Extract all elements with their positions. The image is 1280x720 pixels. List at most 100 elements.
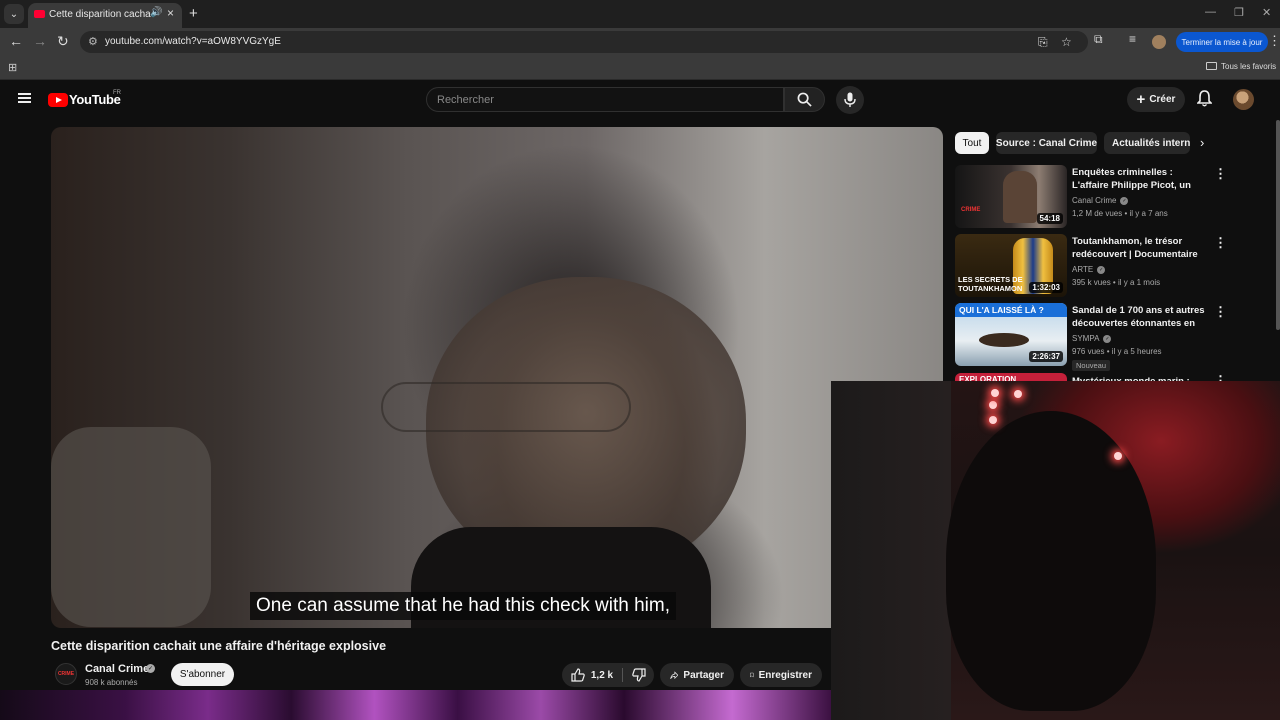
rec-meta: 976 vues • il y a 5 heures	[1072, 347, 1162, 356]
search-icon	[797, 92, 812, 107]
bookmark-star-icon[interactable]: ☆	[1061, 35, 1072, 49]
chevron-right-icon[interactable]: ›	[1200, 135, 1204, 150]
rec-channel-name: ARTE	[1072, 265, 1094, 274]
browser-toolbar: ← → ↻ ⚙ youtube.com/watch?v=aOW8YVGzYgE …	[0, 28, 1280, 56]
subscribe-button[interactable]: S'abonner	[171, 663, 234, 686]
more-actions-icon[interactable]: ⋮	[1214, 166, 1227, 182]
verified-check-icon: ✓	[1097, 265, 1106, 274]
region-code: FR	[113, 90, 121, 96]
verified-check-icon: ✓	[1103, 334, 1112, 343]
notifications-bell-icon[interactable]	[1196, 90, 1213, 112]
plus-icon: +	[1136, 91, 1146, 108]
menu-hamburger-icon[interactable]	[18, 93, 31, 103]
thumbnail[interactable]: CRIME 54:18	[955, 165, 1067, 228]
video-title: Cette disparition cachait une affaire d'…	[51, 639, 387, 653]
video-frame-glasses	[381, 382, 631, 432]
thumbnail[interactable]: LES SECRETS DE TOUTANKHAMON 1:32:03	[955, 234, 1067, 297]
close-tab-icon[interactable]: ×	[167, 6, 174, 20]
browser-tab-active[interactable]: Cette disparition cachait une affaire d'…	[28, 3, 182, 28]
recommendation-item[interactable]: LES SECRETS DE TOUTANKHAMON 1:32:03 Tout…	[955, 234, 1270, 300]
rec-meta: 395 k vues • il y a 1 mois	[1072, 278, 1161, 287]
address-bar[interactable]: ⚙ youtube.com/watch?v=aOW8YVGzYgE ⎘ ☆	[80, 31, 1088, 53]
youtube-logo-icon[interactable]	[48, 93, 68, 107]
more-actions-icon[interactable]: ⋮	[1214, 235, 1227, 251]
save-label: Enregistrer	[758, 669, 812, 681]
share-button[interactable]: Partager	[660, 663, 734, 687]
folder-icon	[1206, 62, 1217, 70]
account-avatar[interactable]	[1233, 89, 1254, 110]
overlay-light	[991, 389, 999, 397]
verified-check-icon: ✓	[1120, 196, 1129, 205]
voice-search-button[interactable]	[836, 86, 864, 114]
site-settings-icon[interactable]: ⚙	[88, 35, 98, 48]
channel-avatar[interactable]: CRIME	[55, 663, 77, 685]
search-button[interactable]	[784, 87, 825, 112]
extensions-icon[interactable]: ⧉	[1094, 32, 1103, 47]
tab-search-button[interactable]: ⌄	[4, 4, 24, 24]
create-label: Créer	[1149, 94, 1176, 105]
video-frame-background	[51, 427, 211, 627]
speaker-icon[interactable]: 🔊	[150, 7, 162, 18]
all-bookmarks-link[interactable]: Tous les favoris	[1221, 62, 1276, 71]
minimize-icon[interactable]: —	[1205, 6, 1216, 18]
bookmarks-bar: ⊞ Tous les favoris	[0, 56, 1280, 80]
rec-title[interactable]: Toutankhamon, le trésor redécouvert | Do…	[1072, 235, 1210, 262]
overlay-left-band	[831, 381, 951, 720]
microphone-icon	[844, 92, 856, 107]
rec-channel-name: SYMPA	[1072, 334, 1100, 343]
rec-meta: 1,2 M de vues • il y a 7 ans	[1072, 209, 1168, 218]
thumbnail[interactable]: QUI L'A LAISSÉ LÀ ? 2:26:37	[955, 303, 1067, 366]
rec-title[interactable]: Sandal de 1 700 ans et autres découverte…	[1072, 304, 1210, 331]
profile-avatar-icon[interactable]	[1152, 35, 1166, 49]
overlay-light	[1114, 452, 1122, 460]
more-actions-icon[interactable]: ⋮	[1214, 304, 1227, 320]
rec-channel[interactable]: SYMPA ✓	[1072, 334, 1112, 343]
like-dislike-group: 1,2 k	[562, 663, 654, 687]
restore-icon[interactable]: ❐	[1234, 6, 1244, 19]
overlay-light	[1014, 390, 1022, 398]
save-button[interactable]: Enregistrer	[740, 663, 822, 687]
thumbs-down-icon	[631, 668, 646, 682]
close-window-icon[interactable]: ✕	[1262, 6, 1271, 19]
overlay-person-silhouette	[946, 411, 1156, 711]
chip-all[interactable]: Tout	[955, 132, 989, 154]
chip-source[interactable]: Source : Canal Crime	[996, 132, 1097, 154]
install-app-icon[interactable]: ⎘	[1038, 35, 1048, 50]
rec-title[interactable]: Enquêtes criminelles : L'affaire Philipp…	[1072, 166, 1210, 193]
dislike-button[interactable]	[623, 663, 654, 687]
thumbnail-text: CRIME	[961, 207, 981, 213]
recommendation-item[interactable]: QUI L'A LAISSÉ LÀ ? 2:26:37 Sandal de 1 …	[955, 303, 1270, 371]
video-caption: One can assume that he had this check wi…	[250, 592, 676, 620]
video-player[interactable]: One can assume that he had this check wi…	[51, 127, 943, 628]
overlay-visual-strip	[0, 690, 832, 720]
update-button[interactable]: Terminer la mise à jour	[1176, 32, 1268, 52]
chip-international-news[interactable]: Actualités internationales	[1104, 132, 1190, 154]
thumbnail-text: LES SECRETS DE TOUTANKHAMON	[958, 275, 1023, 293]
search-input[interactable]: Rechercher	[426, 87, 784, 112]
like-button[interactable]: 1,2 k	[562, 663, 622, 687]
url-text: youtube.com/watch?v=aOW8YVGzYgE	[105, 36, 281, 47]
overlay-light	[989, 416, 997, 424]
reading-list-icon[interactable]: ≡	[1129, 32, 1136, 46]
create-button[interactable]: + Créer	[1127, 87, 1185, 112]
youtube-header: YouTube FR Rechercher + Créer	[0, 80, 1280, 120]
chrome-menu-icon[interactable]: ⋮	[1268, 33, 1280, 49]
thumbs-up-icon	[571, 668, 585, 682]
duration: 2:26:37	[1029, 351, 1063, 362]
rec-channel[interactable]: Canal Crime ✓	[1072, 196, 1129, 205]
like-count: 1,2 k	[590, 669, 614, 681]
back-icon[interactable]: ←	[9, 33, 23, 49]
duration: 54:18	[1036, 213, 1063, 224]
overlay-light	[989, 401, 997, 409]
rec-channel[interactable]: ARTE ✓	[1072, 265, 1106, 274]
new-badge: Nouveau	[1072, 360, 1111, 371]
forward-icon[interactable]: →	[33, 33, 47, 49]
share-label: Partager	[683, 669, 724, 681]
page-scrollbar[interactable]	[1276, 120, 1280, 330]
rec-channel-name: Canal Crime	[1072, 196, 1117, 205]
new-tab-button[interactable]: +	[189, 5, 198, 22]
apps-grid-icon[interactable]: ⊞	[8, 61, 17, 74]
reload-icon[interactable]: ↻	[57, 33, 69, 50]
recommendation-item[interactable]: CRIME 54:18 Enquêtes criminelles : L'aff…	[955, 165, 1270, 231]
channel-name[interactable]: Canal Crime	[85, 663, 149, 675]
